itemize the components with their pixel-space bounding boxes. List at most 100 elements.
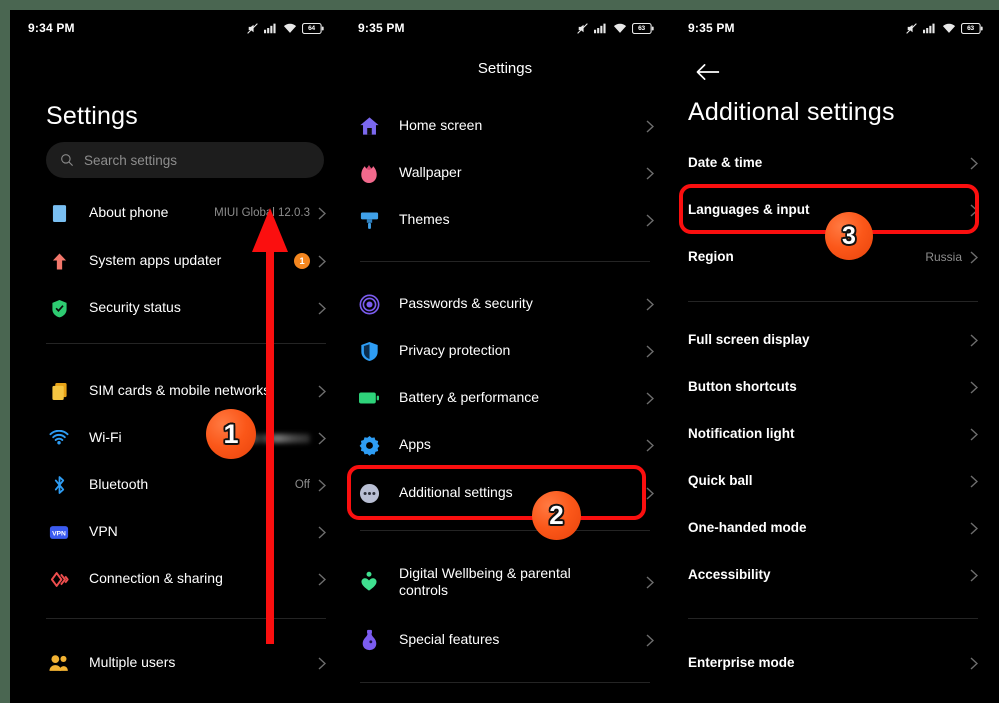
row-label: Special features <box>399 631 500 648</box>
row-label: Wi-Fi <box>89 429 122 446</box>
row-quick-ball[interactable]: Quick ball <box>688 464 978 498</box>
row-label: Full screen display <box>688 331 810 347</box>
chevron-right-icon <box>318 656 326 670</box>
row-date-time[interactable]: Date & time <box>688 146 978 180</box>
chevron-right-icon <box>970 250 978 264</box>
chevron-right-icon <box>646 575 654 589</box>
row-label: One-handed mode <box>688 519 807 535</box>
digital-wellbeing-icon <box>356 569 382 595</box>
chevron-right-icon <box>970 203 978 217</box>
row-label: About phone <box>89 204 169 221</box>
bluetooth-icon <box>46 472 72 498</box>
row-themes[interactable]: Themes <box>356 203 654 237</box>
search-icon <box>60 153 74 167</box>
chevron-right-icon <box>318 206 326 220</box>
chevron-right-icon <box>970 380 978 394</box>
chevron-right-icon <box>970 427 978 441</box>
row-label: SIM cards & mobile networks <box>89 382 271 399</box>
panel-settings-main: 9:34 PM 64 Settings Search settings Abou… <box>10 10 340 703</box>
chevron-right-icon <box>646 486 654 500</box>
row-connection-sharing[interactable]: Connection & sharing <box>46 562 326 596</box>
row-label: Date & time <box>688 154 763 170</box>
chevron-right-icon <box>646 391 654 405</box>
row-region[interactable]: Region Russia <box>688 240 978 274</box>
chevron-right-icon <box>318 384 326 398</box>
row-label: Privacy protection <box>399 342 511 359</box>
row-label: Passwords & security <box>399 295 533 312</box>
signal-icon <box>594 23 606 34</box>
row-wallpaper[interactable]: Wallpaper <box>356 156 654 190</box>
row-label: Multiple users <box>89 654 176 671</box>
wifi-icon <box>283 23 297 33</box>
row-accessibility[interactable]: Accessibility <box>688 558 978 592</box>
vpn-icon: VPN <box>46 519 72 545</box>
row-label: Button shortcuts <box>688 378 797 394</box>
status-bar: 9:35 PM 63 <box>670 10 999 46</box>
divider <box>688 618 978 619</box>
row-one-handed-mode[interactable]: One-handed mode <box>688 511 978 545</box>
back-arrow-icon[interactable] <box>690 56 726 88</box>
special-features-icon <box>356 627 382 653</box>
row-battery-performance[interactable]: Battery & performance <box>356 381 654 415</box>
row-enterprise-mode[interactable]: Enterprise mode <box>688 646 978 680</box>
update-count-badge: 1 <box>294 253 310 269</box>
row-label: Notification light <box>688 425 795 441</box>
row-digital-wellbeing[interactable]: Digital Wellbeing & parental controls <box>356 558 654 606</box>
wifi-icon <box>613 23 627 33</box>
row-apps[interactable]: Apps <box>356 428 654 462</box>
wifi-network-value-blurred <box>228 433 310 443</box>
panel-settings-list: 9:35 PM 63 Settings Home screen Wallpape… <box>340 10 670 703</box>
row-value: Russia <box>925 250 962 264</box>
chevron-right-icon <box>646 119 654 133</box>
row-system-apps-updater[interactable]: System apps updater 1 <box>46 244 326 278</box>
sim-card-icon <box>46 378 72 404</box>
row-notification-light[interactable]: Notification light <box>688 417 978 451</box>
security-shield-icon <box>46 295 72 321</box>
divider <box>46 618 326 619</box>
divider <box>360 261 650 262</box>
row-label: Apps <box>399 436 431 453</box>
divider <box>360 530 650 531</box>
home-screen-icon <box>356 113 382 139</box>
row-label: Additional settings <box>399 484 513 501</box>
battery-icon: 63 <box>961 22 983 34</box>
status-icon-group: 63 <box>905 22 983 35</box>
chevron-right-icon <box>318 478 326 492</box>
status-time: 9:34 PM <box>28 21 75 35</box>
row-full-screen-display[interactable]: Full screen display <box>688 323 978 357</box>
row-home-screen[interactable]: Home screen <box>356 109 654 143</box>
battery-icon: 64 <box>302 22 324 34</box>
row-sim-cards[interactable]: SIM cards & mobile networks <box>46 374 326 408</box>
row-label: Languages & input <box>688 201 810 217</box>
chevron-right-icon <box>646 166 654 180</box>
chevron-right-icon <box>970 156 978 170</box>
row-privacy-protection[interactable]: Privacy protection <box>356 334 654 368</box>
themes-icon <box>356 207 382 233</box>
wifi-icon <box>46 425 72 451</box>
chevron-right-icon <box>646 633 654 647</box>
chevron-right-icon <box>970 521 978 535</box>
row-button-shortcuts[interactable]: Button shortcuts <box>688 370 978 404</box>
row-passwords-security[interactable]: Passwords & security <box>356 287 654 321</box>
mute-icon <box>247 22 258 34</box>
battery-percent: 64 <box>308 24 315 32</box>
row-label: Accessibility <box>688 566 771 582</box>
battery-icon: 63 <box>632 22 654 34</box>
row-wifi[interactable]: Wi-Fi <box>46 421 326 455</box>
chevron-right-icon <box>318 525 326 539</box>
divider <box>360 682 650 683</box>
status-time: 9:35 PM <box>358 21 405 35</box>
row-vpn[interactable]: VPN VPN <box>46 515 326 549</box>
row-label: VPN <box>89 523 118 540</box>
row-additional-settings[interactable]: Additional settings <box>356 476 654 510</box>
row-bluetooth[interactable]: Bluetooth Off <box>46 468 326 502</box>
row-special-features[interactable]: Special features <box>356 623 654 657</box>
row-about-phone[interactable]: About phone MIUI Global 12.0.3 <box>46 196 326 230</box>
divider <box>688 301 978 302</box>
page-title: Settings <box>46 102 138 130</box>
row-security-status[interactable]: Security status <box>46 291 326 325</box>
row-multiple-users[interactable]: Multiple users <box>46 646 326 680</box>
search-input[interactable]: Search settings <box>46 142 324 178</box>
row-languages-input[interactable]: Languages & input <box>688 193 978 227</box>
battery-percent: 63 <box>967 24 974 32</box>
